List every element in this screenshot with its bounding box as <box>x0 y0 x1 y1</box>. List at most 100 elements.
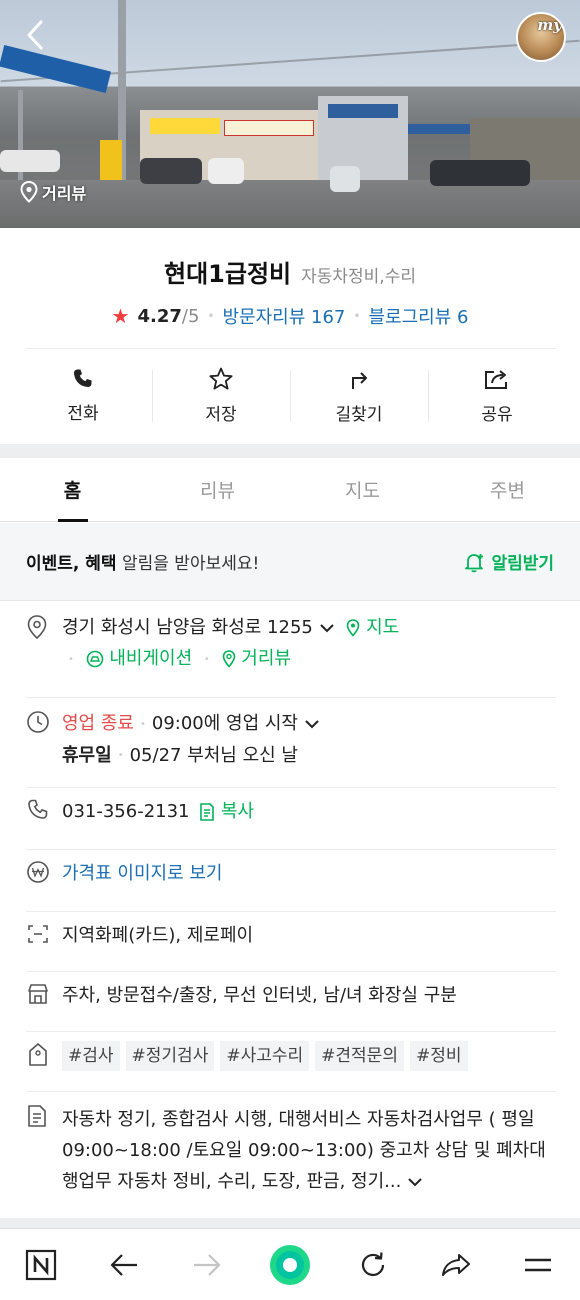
tab-map[interactable]: 지도 <box>290 458 435 521</box>
section-divider <box>0 444 580 458</box>
keyword-tag[interactable]: #견적문의 <box>315 1041 404 1071</box>
map-link-label: 지도 <box>366 617 400 638</box>
notification-text: 이벤트, 혜택 알림을 받아보세요! <box>26 549 259 574</box>
back-button[interactable] <box>18 18 52 52</box>
back-nav-button[interactable] <box>96 1237 152 1293</box>
green-dot-button[interactable] <box>262 1237 318 1293</box>
hamburger-menu-icon <box>525 1258 552 1271</box>
separator-dot: • <box>207 309 215 323</box>
location-pin-icon <box>27 615 47 640</box>
action-label: 저장 <box>205 404 237 425</box>
chevron-down-icon <box>305 720 319 729</box>
tab-home[interactable]: 홈 <box>0 458 145 522</box>
tab-bar: 홈 리뷰 지도 주변 <box>0 458 580 522</box>
action-label: 길찾기 <box>335 404 383 425</box>
road-sign <box>0 45 112 93</box>
description-expand[interactable]: 자동차 정기, 종합검사 시행, 대행서비스 자동차검사업무 ( 평일 09:0… <box>62 1102 556 1212</box>
utility-pole <box>18 90 23 190</box>
notification-rest-text: 알림을 받아보세요! <box>116 554 260 574</box>
store-icon <box>28 984 48 1004</box>
shop-sign <box>224 120 314 136</box>
won-currency-icon <box>27 861 49 883</box>
separator-dot: • <box>68 653 74 665</box>
notification-bold-text: 이벤트, 혜택 <box>26 554 117 574</box>
road <box>0 180 580 228</box>
tab-reviews[interactable]: 리뷰 <box>145 458 290 521</box>
amenities-row: 주차, 방문접수/출장, 무선 인터넷, 남/녀 화장실 구분 <box>26 980 556 1032</box>
place-category: 자동차정비,수리 <box>301 267 416 287</box>
action-bar: 전화 저장 길찾기 공유 <box>14 360 566 430</box>
my-profile-avatar[interactable]: my <box>516 12 566 62</box>
hours-row: 영업 종료 • 09:00에 영업 시작 휴무일 • 05/27 부처님 오신 날 <box>26 708 556 788</box>
subscribe-label: 알림받기 <box>491 554 554 574</box>
next-open-time: 09:00에 영업 시작 <box>151 713 298 734</box>
share-nav-button[interactable] <box>428 1237 484 1293</box>
visitor-reviews-link[interactable]: 방문자리뷰 167 <box>223 303 346 329</box>
menu-button[interactable] <box>510 1237 566 1293</box>
garage-sign <box>408 124 478 134</box>
address-row: 경기 화성시 남양읍 화성로 1255 지도 • 내비게이션 • 거리뷰 <box>26 612 556 698</box>
clock-icon <box>27 711 49 733</box>
holiday-value: 05/27 부처님 오신 날 <box>129 744 298 766</box>
car <box>208 158 244 184</box>
map-link[interactable]: 지도 <box>346 617 399 638</box>
subscribe-alerts-button[interactable]: 알림받기 <box>463 549 554 574</box>
navigation-link-label: 내비게이션 <box>109 648 193 669</box>
chevron-left-icon <box>27 20 43 50</box>
amenities-text: 주차, 방문접수/출장, 무선 인터넷, 남/녀 화장실 구분 <box>62 985 457 1006</box>
naver-home-button[interactable] <box>13 1237 69 1293</box>
directions-button[interactable]: 길찾기 <box>290 360 428 430</box>
address-text[interactable]: 경기 화성시 남양읍 화성로 1255 <box>62 617 313 638</box>
copy-phone-button[interactable]: 복사 <box>199 801 254 822</box>
rating-value: 4.27 <box>137 305 182 327</box>
street-view-photo[interactable]: my 거리뷰 <box>0 0 580 228</box>
copy-icon <box>200 803 215 821</box>
chevron-down-icon <box>408 1178 422 1187</box>
browser-toolbar <box>0 1228 580 1300</box>
share-icon <box>485 369 507 389</box>
keyword-tag[interactable]: #사고수리 <box>220 1041 310 1071</box>
action-label: 전화 <box>67 403 99 424</box>
description-row: 자동차 정기, 종합검사 시행, 대행서비스 자동차검사업무 ( 평일 09:0… <box>26 1102 556 1212</box>
tag-icon <box>29 1043 47 1066</box>
phone-number[interactable]: 031-356-2131 <box>62 801 190 822</box>
car-navigation-icon <box>86 650 103 668</box>
forward-nav-button[interactable] <box>179 1237 235 1293</box>
phone-icon <box>28 799 48 819</box>
car <box>330 166 360 192</box>
keyword-tag[interactable]: #정비 <box>409 1041 468 1071</box>
naver-n-icon <box>26 1249 57 1280</box>
divider <box>26 348 556 349</box>
refresh-button[interactable] <box>345 1237 401 1293</box>
separator-dot: • <box>139 718 146 730</box>
keyword-tag[interactable]: #검사 <box>62 1041 120 1071</box>
bell-plus-icon <box>465 553 484 572</box>
business-hours-toggle[interactable]: 영업 종료 • 09:00에 영업 시작 <box>62 708 556 740</box>
copy-label: 복사 <box>220 801 255 822</box>
separator-dot: • <box>117 750 124 761</box>
open-status: 영업 종료 <box>62 713 134 734</box>
keyword-tag[interactable]: #정기검사 <box>125 1041 215 1071</box>
chevron-down-icon[interactable] <box>319 622 335 634</box>
notification-banner: 이벤트, 혜택 알림을 받아보세요! 알림받기 <box>0 523 580 601</box>
phone-row: 031-356-2131 복사 <box>26 796 556 850</box>
document-icon <box>28 1105 46 1127</box>
price-row: 가격표 이미지로 보기 <box>26 858 556 912</box>
rating-max: /5 <box>181 305 200 327</box>
price-list-link[interactable]: 가격표 이미지로 보기 <box>62 863 222 884</box>
street-view-button[interactable]: 거리뷰 <box>20 180 86 204</box>
description-text: 자동차 정기, 종합검사 시행, 대행서비스 자동차검사업무 ( 평일 09:0… <box>62 1109 546 1192</box>
blog-reviews-link[interactable]: 블로그리뷰 6 <box>368 303 468 329</box>
share-arrow-icon <box>441 1253 470 1276</box>
car <box>0 150 60 172</box>
arrow-right-icon <box>194 1253 221 1276</box>
place-header: 현대1급정비 자동차정비,수리 ★ 4.27/5 • 방문자리뷰 167 • 블로… <box>0 228 580 348</box>
call-button[interactable]: 전화 <box>14 360 152 430</box>
tab-nearby[interactable]: 주변 <box>435 458 580 521</box>
garage-sign <box>328 104 398 118</box>
save-button[interactable]: 저장 <box>152 360 290 430</box>
arrow-left-icon <box>111 1253 138 1276</box>
street-view-link[interactable]: 거리뷰 <box>222 648 291 669</box>
navigation-link[interactable]: 내비게이션 <box>86 648 198 669</box>
share-button[interactable]: 공유 <box>428 360 566 430</box>
